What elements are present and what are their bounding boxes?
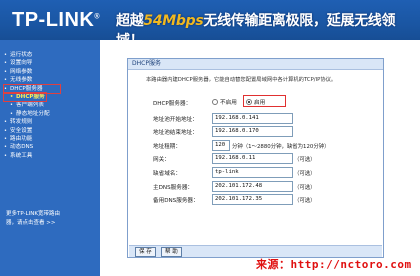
sidebar-item-security[interactable]: • 安全设置: [4, 127, 100, 135]
dhcp-server-radio-group: 不启用 启用: [212, 95, 290, 107]
pool-start-row: 地址池开始地址： 192.168.0.141: [128, 113, 383, 125]
primary-dns-input[interactable]: 202.101.172.48: [212, 181, 293, 192]
logo-text: TP-LINK: [12, 9, 95, 31]
dhcp-service-panel: DHCP服务 本路由器内建DHCP服务器，它能自动替您配置局域网中各计算机的TC…: [127, 58, 384, 258]
sidebar-nav: • 运行状态 • 设置向导 • 网络参数 • 无线参数 • DHCP服务器 • DHCP服务…: [0, 40, 100, 276]
dhcp-server-row: DHCP服务器： 不启用 启用: [128, 95, 383, 109]
gateway-optional-hint: （可选）: [294, 157, 316, 163]
gateway-label: 网关：: [153, 157, 170, 163]
sidebar-item-wireless[interactable]: • 无线参数: [4, 76, 100, 84]
source-watermark: 来源：http://nctoro.com: [256, 258, 412, 271]
lease-time-input[interactable]: 120: [212, 140, 230, 151]
secondary-dns-optional-hint: （可选）: [294, 198, 316, 204]
sidebar-item-label: DHCP服务: [16, 93, 45, 100]
footer-line-1: 更多TP-LINK宽带路由: [6, 211, 60, 217]
sidebar-subitem-dhcp-service[interactable]: • DHCP服务: [3, 91, 47, 103]
slogan-pre: 超越: [116, 13, 144, 29]
primary-dns-optional-hint: （可选）: [294, 185, 316, 191]
radio-label: 启用: [254, 100, 266, 106]
lease-time-hint: 分钟（1～2880分钟，缺省为120分钟）: [232, 144, 330, 150]
sidebar-item-label: 安全设置: [10, 127, 33, 134]
lease-time-label: 地址租期：: [153, 144, 181, 150]
secondary-dns-input[interactable]: 202.101.172.35: [212, 194, 293, 205]
lease-time-row: 地址租期： 120 分钟（1～2880分钟，缺省为120分钟）: [128, 140, 383, 152]
sidebar-subitem-client-list[interactable]: • 客户端列表: [4, 101, 100, 109]
more-products-link[interactable]: 更多TP-LINK宽带路由 器，请点击查看 >>: [6, 210, 96, 228]
sidebar-item-ddns[interactable]: • 动态DNS: [4, 143, 100, 151]
header-slogan: 超越54Mbps无线传输距离极限，延展无线领域！: [116, 10, 420, 40]
help-button[interactable]: 帮 助: [161, 247, 182, 257]
sidebar-item-wizard[interactable]: • 设置向导: [4, 59, 100, 67]
domain-optional-hint: （可选）: [294, 171, 316, 177]
primary-dns-label: 主DNS服务器：: [153, 185, 194, 191]
logo-registered-mark: ®: [94, 13, 101, 21]
sidebar-item-label: 运行状态: [10, 52, 33, 58]
secondary-dns-row: 备用DNS服务器： 202.101.172.35 （可选）: [128, 194, 383, 206]
panel-title: DHCP服务: [128, 59, 383, 70]
sidebar-item-label: DHCP服务器: [10, 85, 43, 92]
sidebar-item-label: 动态DNS: [10, 144, 34, 151]
sidebar-item-system-tools[interactable]: • 系统工具: [4, 152, 100, 160]
brand-logo: TP-LINK®: [12, 9, 100, 32]
dhcp-server-label: DHCP服务器：: [153, 101, 192, 107]
radio-off-icon: [212, 99, 218, 105]
sidebar-item-dhcp-server[interactable]: • DHCP服务器: [3, 83, 61, 95]
domain-row: 缺省域名： tp-link （可选）: [128, 167, 383, 179]
sidebar-item-label: 转发规则: [10, 119, 33, 126]
save-button[interactable]: 保 存: [135, 247, 156, 257]
pool-end-input[interactable]: 192.168.0.170: [212, 126, 293, 137]
sidebar-item-network[interactable]: • 网络参数: [4, 68, 100, 76]
sidebar-item-forwarding[interactable]: • 转发规则: [4, 118, 100, 126]
domain-input[interactable]: tp-link: [212, 167, 293, 178]
panel-intro-text: 本路由器内建DHCP服务器，它能自动替您配置局域网中各计算机的TCP/IP协议。: [146, 77, 337, 83]
pool-end-label: 地址池结束地址：: [153, 130, 198, 136]
sidebar-item-label: 客户端列表: [16, 102, 44, 109]
footer-line-2: 器，请点击查看 >>: [6, 220, 56, 226]
sidebar-item-label: 路由功能: [10, 135, 33, 142]
slogan-speed: 54Mbps: [143, 13, 204, 29]
sidebar-item-label: 系统工具: [10, 152, 33, 159]
sidebar-item-label: 设置向导: [10, 60, 33, 67]
sidebar-item-label: 静态地址分配: [16, 110, 50, 117]
main-content: DHCP服务 本路由器内建DHCP服务器，它能自动替您配置局域网中各计算机的TC…: [100, 40, 420, 276]
sidebar-item-status[interactable]: • 运行状态: [4, 51, 100, 59]
sidebar-subitem-static-address[interactable]: • 静态地址分配: [4, 110, 100, 118]
radio-on-icon: [246, 99, 252, 105]
sidebar-item-label: 无线参数: [10, 77, 33, 84]
pool-start-input[interactable]: 192.168.0.141: [212, 113, 293, 124]
gateway-row: 网关： 192.168.0.11 （可选）: [128, 153, 383, 165]
dhcp-disable-radio[interactable]: 不启用: [212, 98, 237, 106]
secondary-dns-label: 备用DNS服务器：: [153, 198, 199, 204]
header-banner: TP-LINK® 超越54Mbps无线传输距离极限，延展无线领域！: [0, 0, 420, 40]
domain-label: 缺省域名：: [153, 171, 181, 177]
dhcp-enable-radio[interactable]: 启用: [246, 98, 265, 106]
sidebar-item-label: 网络参数: [10, 68, 33, 75]
sidebar-item-routing[interactable]: • 路由功能: [4, 135, 100, 143]
pool-start-label: 地址池开始地址：: [153, 117, 198, 123]
radio-label: 不启用: [220, 100, 237, 106]
pool-end-row: 地址池结束地址： 192.168.0.170: [128, 126, 383, 138]
gateway-input[interactable]: 192.168.0.11: [212, 153, 293, 164]
primary-dns-row: 主DNS服务器： 202.101.172.48 （可选）: [128, 181, 383, 193]
